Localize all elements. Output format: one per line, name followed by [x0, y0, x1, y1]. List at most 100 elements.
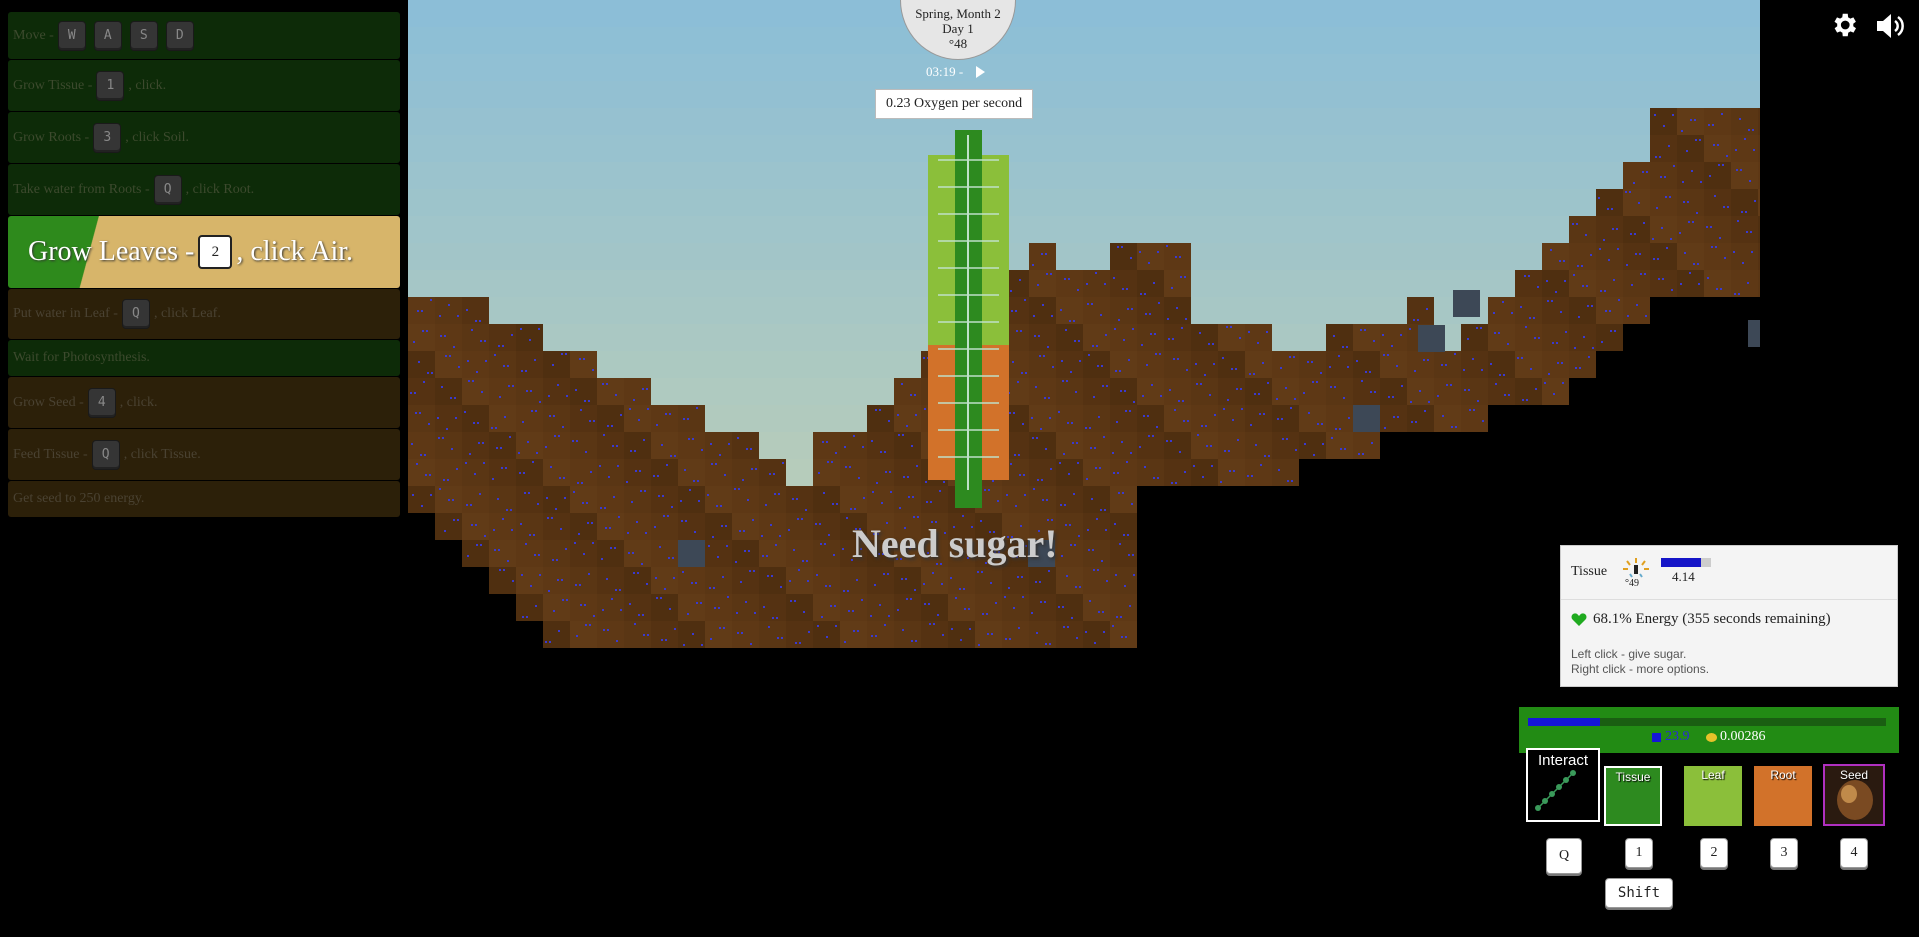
plant-leaf-cell[interactable] [928, 290, 955, 317]
oxygen-tooltip: 0.23 Oxygen per second [875, 89, 1034, 119]
tutorial-step: Take water from Roots -Q, click Root. [8, 164, 400, 215]
interact-icon [1535, 770, 1576, 811]
key-q[interactable]: Q [1546, 838, 1582, 874]
key-4[interactable]: 4 [1840, 838, 1868, 868]
tutorial-step: Wait for Photosynthesis. [8, 340, 400, 376]
tutorial-step-text: Grow Seed - [13, 394, 84, 410]
tool-leaf[interactable]: Leaf [1684, 766, 1742, 826]
tool-tissue-label: Tissue [1615, 770, 1651, 784]
plant-leaf-cell[interactable] [928, 182, 955, 209]
tutorial-step-text: Grow Roots - [13, 129, 90, 145]
tool-seed[interactable]: Seed [1823, 764, 1885, 826]
plant-leaf-cell[interactable] [982, 317, 1009, 344]
info-title: Tissue [1571, 564, 1608, 579]
key-1[interactable]: 1 [1625, 838, 1653, 868]
hint-left-click: Left click - give sugar. [1571, 647, 1687, 661]
cell-info-panel: Tissue °49 4.14 68.1% Energy (355 second… [1560, 545, 1898, 687]
plant-leaf-cell[interactable] [982, 236, 1009, 263]
volume-icon[interactable] [1875, 12, 1907, 40]
sugar-amount: 0.00286 [1720, 729, 1766, 744]
water-icon [1652, 733, 1661, 742]
info-temperature: °49 [1625, 578, 1639, 589]
play-icon[interactable] [976, 66, 985, 78]
tutorial-step-text: Grow Tissue - [13, 77, 93, 93]
plant-leaf-cell[interactable] [928, 236, 955, 263]
tutorial-step-text: Wait for Photosynthesis. [13, 350, 150, 365]
tutorial-key: S [129, 20, 158, 51]
temperature-label: °48 [948, 36, 968, 51]
season-label: Spring, Month 2 [915, 6, 1001, 21]
key-2[interactable]: 2 [1700, 838, 1728, 868]
hint-right-click: Right click - more options. [1571, 662, 1710, 676]
key-shift[interactable]: Shift [1605, 878, 1673, 908]
tutorial-step-text: Take water from Roots - [13, 181, 150, 197]
tutorial-panel: Move - W A S D Grow Tissue -1, click. Grow Roo… [8, 12, 400, 518]
tutorial-step: Grow Tissue -1, click. [8, 60, 400, 111]
tutorial-step-suffix: , click Tissue. [123, 446, 201, 462]
info-header: Tissue °49 4.14 [1561, 546, 1897, 600]
plant-leaf-cell[interactable] [928, 209, 955, 236]
plant-leaf-cell[interactable] [982, 155, 1009, 182]
game-world[interactable] [408, 0, 1760, 650]
tutorial-key: Q [91, 439, 120, 470]
tutorial-key: 1 [96, 70, 125, 101]
info-water-value: 4.14 [1672, 569, 1695, 584]
tutorial-key: D [165, 20, 194, 51]
tutorial-key: 2 [198, 235, 233, 269]
tutorial-key: 4 [87, 387, 116, 418]
day-label: Day 1 [942, 21, 974, 36]
plant-leaf-cell[interactable] [928, 263, 955, 290]
tutorial-step-suffix: , click Soil. [125, 129, 190, 145]
tutorial-step: Grow Seed -4, click. [8, 377, 400, 428]
info-energy-text: 68.1% Energy (355 seconds remaining) [1593, 611, 1831, 627]
tutorial-step-suffix: , click Air. [236, 236, 354, 267]
resource-bar: 23.9 0.00286 [1519, 707, 1899, 753]
tutorial-key: A [93, 20, 122, 51]
info-energy: 68.1% Energy (355 seconds remaining) [1571, 611, 1831, 628]
tutorial-step-text: Grow Leaves - [28, 236, 195, 267]
tutorial-step-text: Get seed to 250 energy. [13, 491, 145, 506]
water-bar [1528, 718, 1886, 726]
key-3[interactable]: 3 [1770, 838, 1798, 868]
world-canvas[interactable] [408, 0, 1760, 650]
tool-root-label: Root [1770, 768, 1796, 782]
plant-leaf-cell[interactable] [928, 317, 955, 344]
tutorial-step: Feed Tissue -Q, click Tissue. [8, 429, 400, 480]
tutorial-key: Q [121, 299, 150, 329]
tutorial-step: Put water in Leaf -Q, click Leaf. [8, 289, 400, 339]
tutorial-step: Move -WASD [8, 12, 400, 59]
plant-leaf-cell[interactable] [928, 155, 955, 182]
plant-leaf-cell[interactable] [982, 263, 1009, 290]
tutorial-step-suffix: , click Leaf. [153, 306, 221, 321]
info-water-bar [1661, 558, 1711, 567]
sun-icon [1623, 558, 1649, 578]
settings-gear-icon[interactable] [1829, 10, 1859, 40]
tutorial-step: Grow Leaves -2, click Air. [8, 216, 400, 288]
tool-tissue[interactable]: Tissue [1604, 766, 1662, 826]
need-sugar-message: Need sugar! [852, 521, 1058, 566]
tutorial-key: Q [153, 174, 182, 205]
tutorial-step: Get seed to 250 energy. [8, 481, 400, 517]
info-hints: Left click - give sugar. Right click - m… [1571, 647, 1709, 677]
tutorial-key: 3 [93, 122, 122, 153]
tutorial-step-suffix: , click. [128, 77, 167, 93]
tutorial-step-text: Move - [13, 27, 54, 43]
tool-leaf-label: Leaf [1701, 768, 1725, 782]
tool-interact[interactable]: Interact [1526, 748, 1600, 822]
plant-leaf-cell[interactable] [982, 182, 1009, 209]
tutorial-step-text: Feed Tissue - [13, 446, 88, 462]
plant-leaf-cell[interactable] [982, 290, 1009, 317]
heart-icon [1571, 612, 1587, 626]
plant-leaf-cell[interactable] [982, 209, 1009, 236]
sugar-icon [1706, 733, 1717, 742]
water-bar-fill [1528, 718, 1600, 726]
tutorial-step-suffix: , click Root. [185, 181, 255, 197]
info-water-fill [1661, 558, 1701, 567]
tool-root[interactable]: Root [1754, 766, 1812, 826]
tutorial-key: W [57, 20, 86, 51]
water-amount: 23.9 [1665, 729, 1690, 744]
tutorial-step: Grow Roots -3, click Soil. [8, 112, 400, 163]
game-clock: 03:19 - [926, 64, 964, 79]
seed-icon [1837, 780, 1873, 820]
tutorial-step-text: Put water in Leaf - [13, 306, 118, 321]
